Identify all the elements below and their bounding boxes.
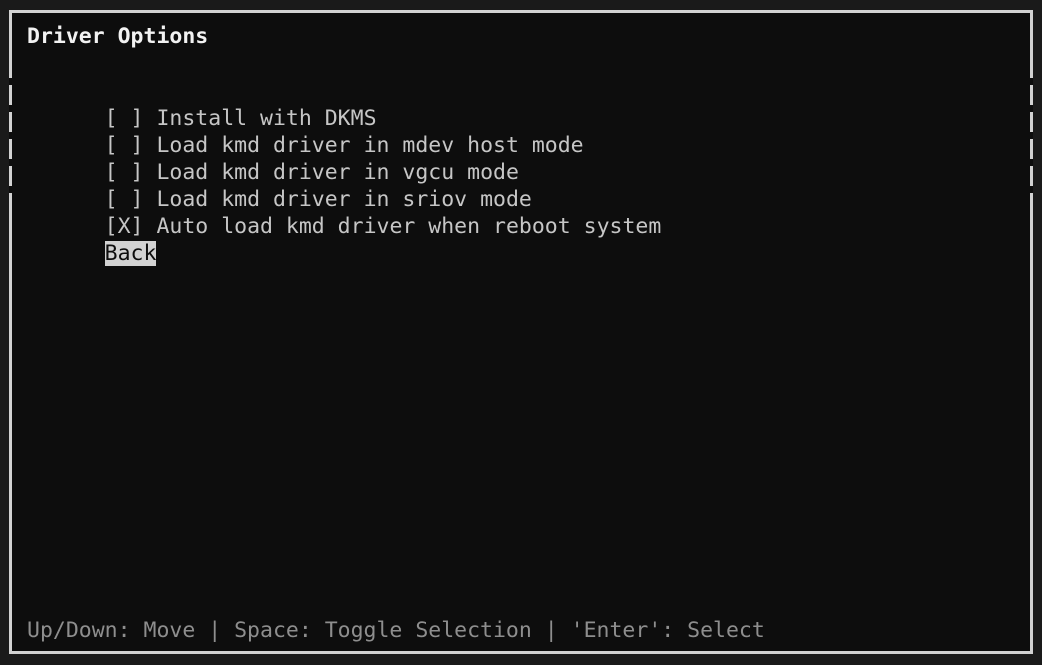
menu-item-label: Auto load kmd driver when reboot system [156,214,662,239]
border-notch-right-row-4 [1030,159,1033,166]
status-bar-hint: Up/Down: Move | Space: Toggle Selection … [27,618,765,643]
border-notch-right-row-3 [1030,132,1033,139]
border-notch-left-row-3 [9,132,12,139]
menu-item-label: Back [104,241,157,266]
menu-item-back[interactable]: Back [27,213,157,294]
border-notch-left-row-4 [9,159,12,166]
terminal-screen: Driver Options [ ] Install with DKMS [ ]… [12,13,1030,651]
border-notch-left-row-1 [9,78,12,85]
border-notch-left-row-2 [9,105,12,112]
border-notch-left-row-5 [9,186,12,193]
border-notch-right-row-1 [1030,78,1033,85]
border-notch-right-row-2 [1030,105,1033,112]
page-title: Driver Options [27,24,209,49]
border-notch-right-row-5 [1030,186,1033,193]
terminal-window: Driver Options [ ] Install with DKMS [ ]… [0,0,1042,665]
